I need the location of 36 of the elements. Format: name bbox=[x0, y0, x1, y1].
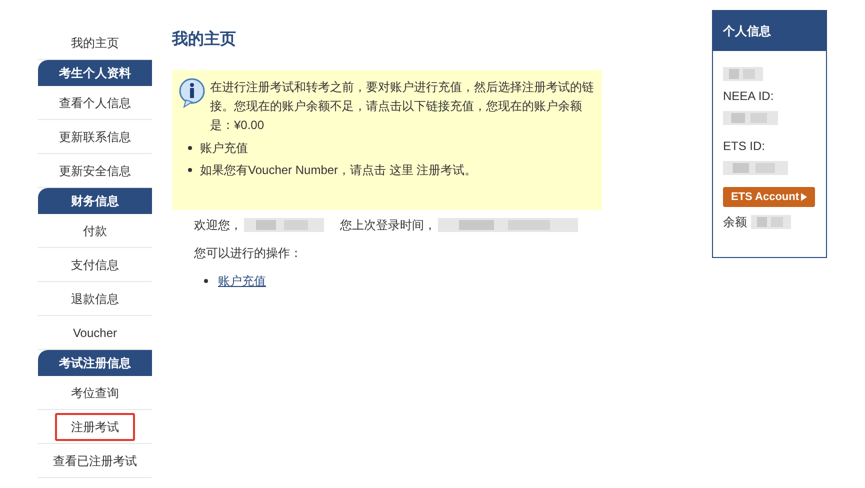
notice-item: 如果您有Voucher Number，请点击 这里 注册考试。 bbox=[200, 162, 477, 179]
sidebar-item[interactable]: 考位查询 bbox=[63, 378, 127, 406]
sidebar-item[interactable]: 我的主页 bbox=[63, 28, 127, 56]
recharge-link[interactable]: 账户充值 bbox=[218, 272, 266, 290]
info-icon bbox=[178, 78, 206, 108]
balance-label: 余额 bbox=[723, 214, 747, 231]
page-title: 我的主页 bbox=[172, 29, 237, 50]
redacted-value bbox=[723, 111, 778, 125]
sidebar-item[interactable]: 支付信息 bbox=[63, 250, 127, 278]
redacted-value bbox=[751, 215, 791, 229]
last-login-label: 您上次登录时间， bbox=[340, 217, 436, 234]
sidebar-item[interactable]: 付款 bbox=[75, 216, 115, 244]
redacted-value bbox=[723, 161, 788, 175]
sidebar-section-header: 考试注册信息 bbox=[38, 350, 152, 376]
play-icon bbox=[801, 193, 808, 201]
ets-id-label: ETS ID: bbox=[723, 138, 766, 155]
bullet-icon bbox=[204, 279, 208, 283]
bullet-icon bbox=[188, 146, 192, 150]
sidebar-item[interactable]: 查看个人信息 bbox=[51, 88, 139, 116]
sidebar-section-header: 考生个人资料 bbox=[38, 60, 152, 86]
neea-id-label: NEEA ID: bbox=[723, 88, 775, 105]
bullet-icon bbox=[188, 168, 192, 172]
sidebar-item[interactable]: 更新安全信息 bbox=[51, 156, 139, 184]
sidebar-item[interactable]: Voucher bbox=[64, 318, 126, 346]
sidebar-item[interactable]: 更新联系信息 bbox=[51, 122, 139, 150]
sidebar-item[interactable]: 查看已注册考试 bbox=[45, 446, 145, 474]
welcome-text: 欢迎您， bbox=[194, 217, 242, 234]
sidebar-item[interactable]: 退款信息 bbox=[63, 284, 127, 312]
notice-item: 账户充值 bbox=[200, 140, 248, 157]
notice-text: 在进行注册考试和转考之前，要对账户进行充值，然后选择注册考试的链接。您现在的账户余额不足，请点击以下链接充值，您现在的账户余额是：¥0.00 bbox=[210, 79, 595, 134]
sidebar-section-header: 财务信息 bbox=[38, 188, 152, 214]
sidebar-item[interactable]: 注册考试 bbox=[55, 412, 135, 440]
redacted-value bbox=[723, 67, 763, 81]
actions-label: 您可以进行的操作： bbox=[194, 245, 303, 262]
panel-title: 个人信息 bbox=[713, 11, 826, 51]
ets-account-button[interactable]: ETS Account bbox=[723, 187, 815, 207]
